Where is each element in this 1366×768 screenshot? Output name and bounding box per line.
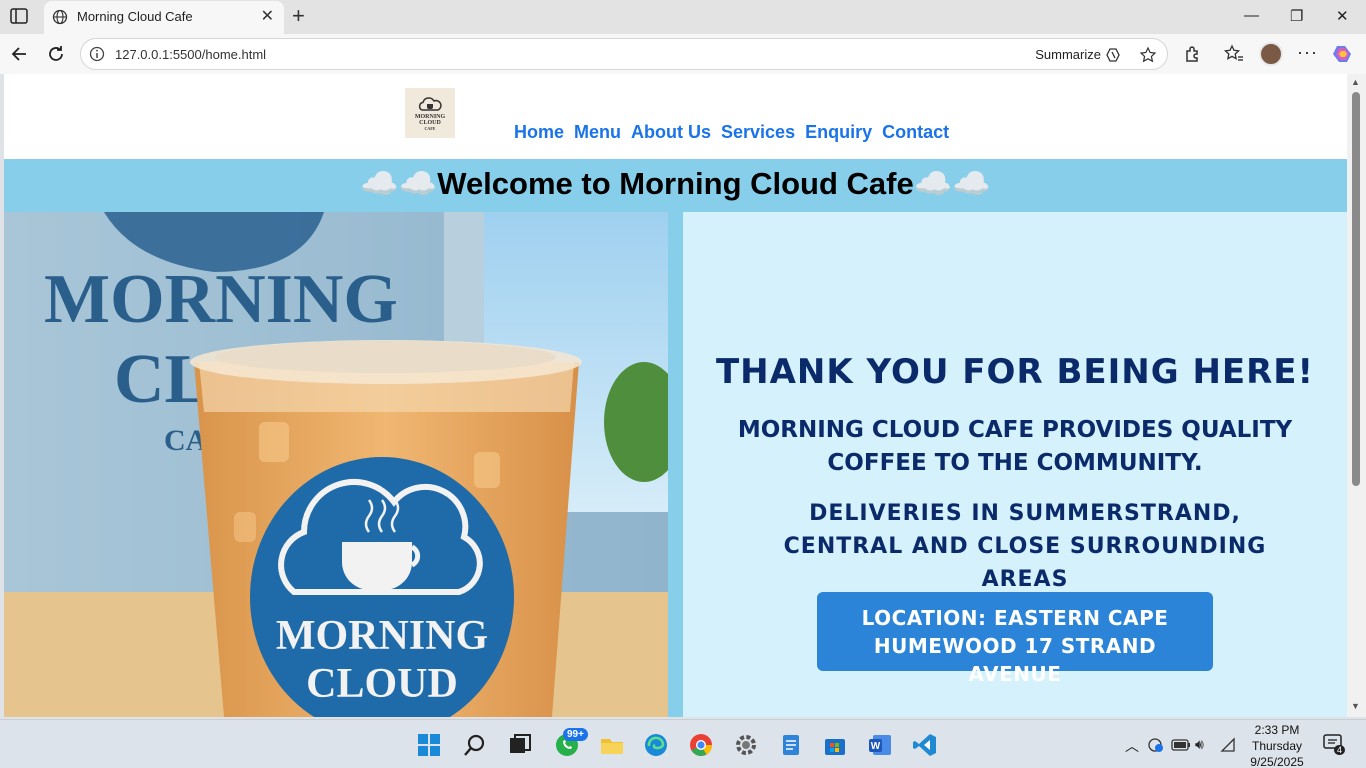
location-line2: HUMEWOOD 17 STRAND AVENUE — [873, 634, 1157, 686]
page-viewport: MORNING CLOUD CAFE Home Menu About Us Se… — [4, 74, 1347, 717]
back-icon[interactable] — [9, 43, 31, 65]
url-text[interactable]: 127.0.0.1:5500/home.html — [115, 47, 266, 62]
favorite-star-icon[interactable] — [1139, 46, 1157, 64]
nav-link-home[interactable]: Home — [514, 122, 564, 143]
clock-day: Thursday — [1251, 739, 1303, 753]
main-nav: Home Menu About Us Services Enquiry Cont… — [514, 122, 949, 143]
windows-taskbar: 99+ W ︿ 🔊︎ 2:33 PM Thursday 9/25/2025 4 — [0, 719, 1366, 768]
word-icon[interactable]: W — [867, 732, 893, 758]
address-toolbar: 127.0.0.1:5500/home.html Summarize ··· — [0, 34, 1366, 74]
summarize-button[interactable]: Summarize — [1035, 47, 1101, 62]
tagline-text: MORNING CLOUD CAFE PROVIDES QUALITY COFF… — [737, 417, 1293, 476]
show-hidden-icons-icon[interactable]: ︿ — [1125, 736, 1139, 756]
scroll-down-icon[interactable]: ▼ — [1351, 701, 1360, 711]
tab-title: Morning Cloud Cafe — [77, 9, 193, 24]
nav-link-contact[interactable]: Contact — [882, 122, 949, 143]
location-line1: LOCATION: EASTERN CAPE — [861, 606, 1169, 630]
window-close-icon[interactable]: ✕ — [1336, 7, 1349, 25]
favorites-icon[interactable] — [1223, 43, 1245, 65]
volume-icon[interactable]: 🔊︎ — [1195, 736, 1204, 753]
file-explorer-icon[interactable] — [599, 732, 625, 758]
nav-link-enquiry[interactable]: Enquiry — [805, 122, 872, 143]
new-tab-icon[interactable]: + — [292, 4, 305, 28]
page-title: ☁️☁️Welcome to Morning Cloud Cafe☁️☁️ — [360, 166, 991, 201]
windows-start-icon[interactable] — [416, 732, 442, 758]
site-info-icon[interactable] — [89, 46, 105, 62]
address-bar[interactable]: 127.0.0.1:5500/home.html Summarize — [80, 38, 1168, 70]
network-status-icon[interactable] — [1147, 737, 1165, 753]
welcome-banner: ☁️☁️Welcome to Morning Cloud Cafe☁️☁️ — [4, 159, 1347, 212]
microsoft-store-icon[interactable] — [822, 732, 848, 758]
chrome-icon[interactable] — [688, 732, 714, 758]
notification-count: 4 — [1334, 745, 1346, 755]
section-divider — [668, 212, 683, 717]
cup-text-cloud: CLOUD — [306, 661, 458, 707]
copilot-icon[interactable] — [1331, 42, 1355, 66]
svg-text:W: W — [871, 741, 881, 752]
browser-tab[interactable]: Morning Cloud Cafe ✕ — [44, 1, 284, 34]
globe-icon — [52, 9, 68, 25]
info-panel: THANK YOU FOR BEING HERE! MORNING CLOUD … — [683, 212, 1347, 717]
whatsapp-badge: 99+ — [563, 728, 588, 741]
system-clock[interactable]: 2:33 PM Thursday 9/25/2025 — [1242, 722, 1312, 768]
copilot-summarize-icon[interactable] — [1105, 46, 1123, 64]
notepad-icon[interactable] — [778, 732, 804, 758]
hero-iced-coffee-image: MORNING CL CA MORNING CLOUD — [4, 212, 668, 717]
close-tab-icon[interactable]: ✕ — [261, 8, 274, 26]
page-scrollbar[interactable]: ▲ ▼ — [1347, 74, 1366, 717]
thank-you-heading: THANK YOU FOR BEING HERE! — [715, 352, 1315, 392]
battery-icon[interactable] — [1171, 738, 1191, 752]
site-logo[interactable]: MORNING CLOUD CAFE — [405, 88, 455, 138]
clock-date: 9/25/2025 — [1250, 755, 1304, 768]
sign-text-morning: MORNING — [44, 261, 398, 338]
restore-icon[interactable]: ❐ — [1290, 7, 1303, 25]
iced-coffee-illustration: MORNING CL CA MORNING CLOUD — [4, 212, 668, 717]
settings-gear-icon[interactable] — [733, 732, 759, 758]
cloud-cup-icon — [418, 97, 442, 111]
scroll-up-icon[interactable]: ▲ — [1351, 77, 1360, 87]
cup-text-morning: MORNING — [276, 613, 488, 659]
nav-link-menu[interactable]: Menu — [574, 122, 621, 143]
site-header: MORNING CLOUD CAFE Home Menu About Us Se… — [4, 74, 1347, 159]
logo-text-line3: CAFE — [424, 126, 436, 131]
clock-time: 2:33 PM — [1254, 723, 1300, 737]
location-button[interactable]: LOCATION: EASTERN CAPE HUMEWOOD 17 STRAN… — [817, 592, 1213, 686]
browser-tab-bar: Morning Cloud Cafe ✕ + — ❐ ✕ — [0, 0, 1366, 34]
task-view-icon[interactable] — [507, 732, 533, 758]
nav-link-services[interactable]: Services — [721, 122, 795, 143]
edge-browser-icon[interactable] — [643, 732, 669, 758]
profile-avatar[interactable] — [1259, 42, 1283, 66]
tab-actions-icon[interactable] — [10, 8, 28, 24]
minimize-icon[interactable]: — — [1244, 7, 1259, 24]
deliveries-text: DELIVERIES IN SUMMERSTRAND, CENTRAL AND … — [783, 501, 1267, 592]
extensions-icon[interactable] — [1182, 43, 1204, 65]
scrollbar-thumb[interactable] — [1352, 92, 1360, 486]
vscode-icon[interactable] — [912, 732, 938, 758]
refresh-icon[interactable] — [45, 43, 67, 65]
wifi-icon[interactable] — [1220, 737, 1238, 753]
more-options-icon[interactable]: ··· — [1297, 42, 1318, 63]
search-icon[interactable] — [462, 732, 488, 758]
nav-link-about-us[interactable]: About Us — [631, 122, 711, 143]
